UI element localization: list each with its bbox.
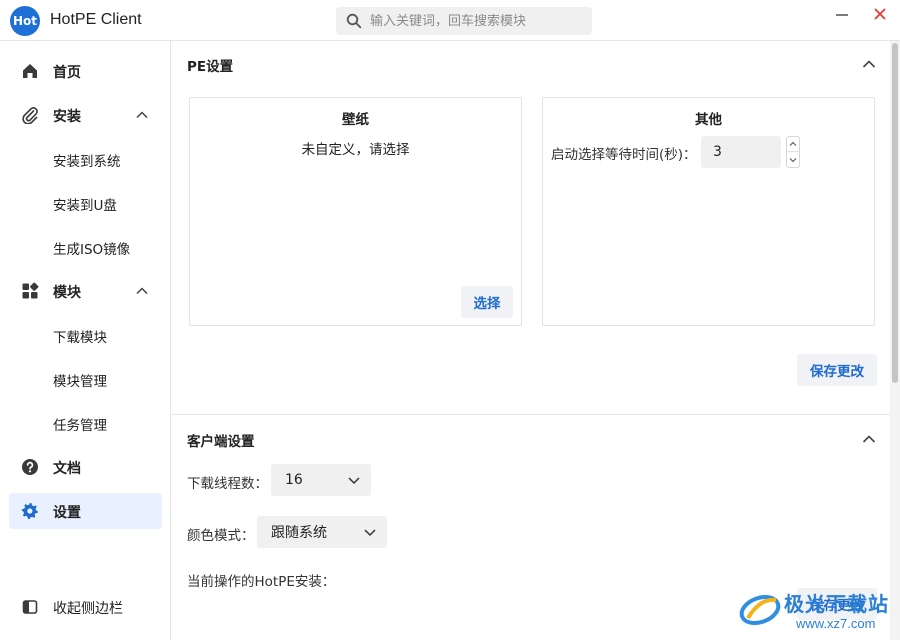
sidebar-item-download-modules[interactable]: 下载模块 [9, 317, 162, 353]
gear-icon [21, 502, 38, 520]
select-value: 16 [285, 472, 303, 488]
wallpaper-status: 未自定义，请选择 [301, 142, 410, 158]
sidebar-item-label: 下载模块 [53, 330, 107, 346]
paperclip-icon [22, 107, 38, 124]
search-input[interactable] [370, 13, 590, 29]
wait-time-input[interactable]: 3 [701, 136, 781, 168]
sidebar-item-label: 模块 [53, 285, 81, 301]
sidebar-item-label: 模块管理 [53, 374, 107, 390]
minimize-button[interactable] [824, 3, 860, 25]
main-content: PE设置 壁纸 未自定义，请选择 选择 其他 启动选择等待时间(秒)： 3 保存… [171, 41, 890, 640]
home-icon [23, 64, 37, 78]
sidebar-collapse-icon [22, 600, 38, 614]
sidebar-item-make-iso[interactable]: 生成ISO镜像 [9, 229, 162, 265]
chevron-up-icon[interactable] [135, 284, 149, 298]
close-icon [874, 8, 886, 20]
close-button[interactable] [862, 3, 898, 25]
watermark-url: www.xz7.com [796, 616, 876, 631]
current-install-label: 当前操作的HotPE安装： [187, 574, 336, 590]
sidebar-item-label: 设置 [53, 505, 81, 521]
collapse-sidebar-button[interactable]: 收起侧边栏 [9, 589, 162, 625]
section-title-client-settings: 客户端设置 [187, 434, 255, 450]
color-mode-select[interactable]: 跟随系统 [257, 516, 387, 548]
search-icon [346, 13, 362, 29]
sidebar-item-label: 安装到系统 [53, 154, 121, 170]
watermark-text: 极光下载站 [784, 592, 889, 616]
sidebar-item-task-management[interactable]: 任务管理 [9, 405, 162, 441]
select-wallpaper-button[interactable]: 选择 [461, 286, 513, 318]
card-title: 其他 [695, 112, 722, 128]
wallpaper-card: 壁纸 未自定义，请选择 选择 [189, 97, 522, 326]
other-card: 其他 [542, 97, 875, 326]
chevron-up-icon[interactable] [861, 56, 877, 72]
watermark-logo-icon [739, 594, 781, 626]
sidebar-item-install-system[interactable]: 安装到系统 [9, 141, 162, 177]
sidebar: 首页 安装 安装到系统 安装到U盘 生成ISO镜像 模块 下载模块 模块管理 任… [0, 41, 171, 640]
wait-time-label: 启动选择等待时间(秒)： [551, 147, 697, 163]
sidebar-item-label: 任务管理 [53, 418, 107, 434]
sidebar-item-install[interactable]: 安装 [9, 97, 162, 133]
sidebar-item-modules[interactable]: 模块 [9, 273, 162, 309]
chevron-down-icon [789, 157, 797, 162]
watermark: 极光下载站 www.xz7.com [738, 586, 900, 640]
chevron-down-icon [348, 477, 360, 485]
sidebar-item-label: 安装 [53, 109, 81, 125]
sidebar-item-label: 首页 [53, 65, 81, 81]
chevron-up-icon[interactable] [861, 431, 877, 447]
app-logo: Hot [10, 6, 40, 36]
app-title: HotPE Client [50, 11, 142, 28]
section-title-pe-settings: PE设置 [187, 59, 234, 75]
main-scrollbar[interactable] [890, 41, 900, 640]
sidebar-item-settings[interactable]: 设置 [9, 493, 162, 529]
section-divider [171, 414, 890, 415]
wait-time-stepper[interactable] [786, 136, 800, 168]
minimize-icon [836, 14, 848, 16]
scrollbar-thumb[interactable] [892, 43, 898, 383]
sidebar-item-home[interactable]: 首页 [9, 53, 162, 89]
stepper-up-button[interactable] [787, 137, 799, 152]
card-title: 壁纸 [342, 112, 369, 128]
sidebar-item-label: 安装到U盘 [53, 198, 117, 214]
download-threads-select[interactable]: 16 [271, 464, 371, 496]
search-box[interactable] [336, 7, 592, 35]
help-icon [22, 459, 38, 475]
select-value: 跟随系统 [271, 525, 327, 541]
chevron-up-icon [789, 141, 797, 146]
sidebar-item-label: 收起侧边栏 [53, 601, 123, 617]
sidebar-item-label: 文档 [53, 461, 81, 477]
sidebar-item-label: 生成ISO镜像 [53, 242, 131, 258]
sidebar-item-install-usb[interactable]: 安装到U盘 [9, 185, 162, 221]
download-threads-label: 下载线程数： [187, 476, 268, 492]
chevron-up-icon[interactable] [135, 108, 149, 122]
save-pe-settings-button[interactable]: 保存更改 [797, 354, 877, 386]
grid-icon [22, 282, 39, 299]
sidebar-item-module-management[interactable]: 模块管理 [9, 361, 162, 397]
stepper-down-button[interactable] [787, 152, 799, 167]
chevron-down-icon [364, 529, 376, 537]
color-mode-label: 颜色模式： [187, 528, 255, 544]
title-bar: Hot HotPE Client [0, 0, 900, 41]
sidebar-item-docs[interactable]: 文档 [9, 449, 162, 485]
